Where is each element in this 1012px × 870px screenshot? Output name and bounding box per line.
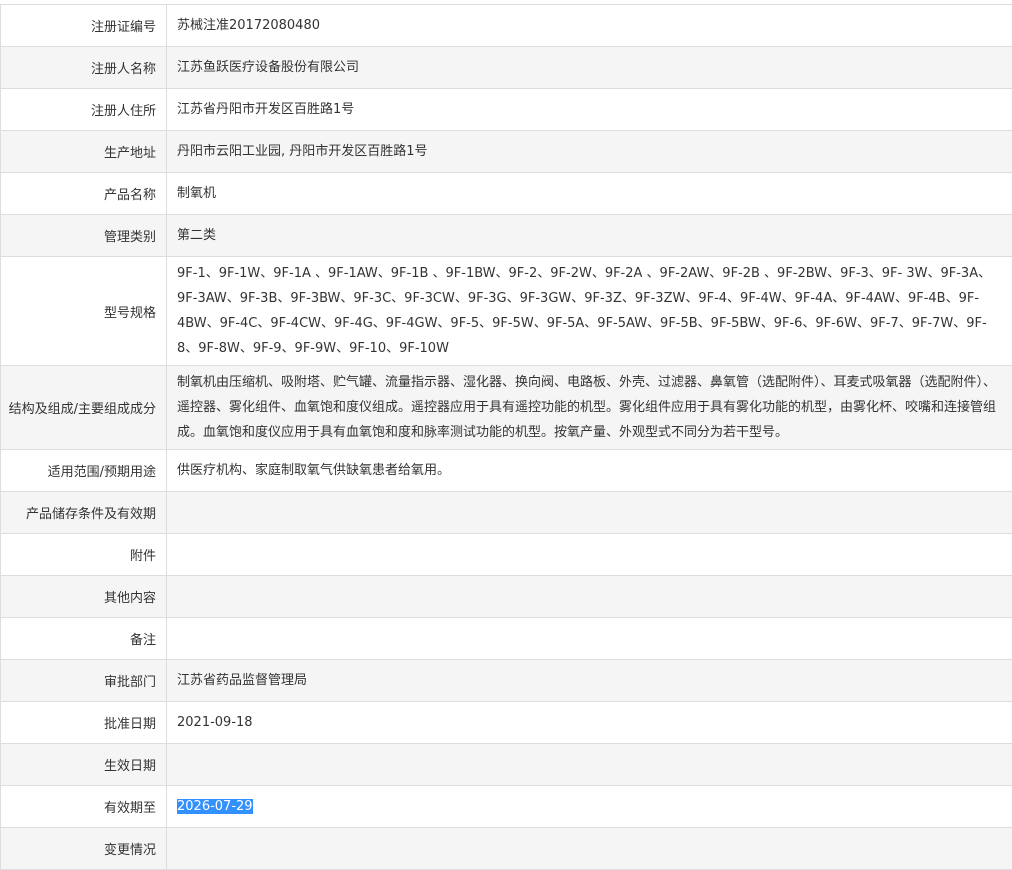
field-label-text: 其他内容 bbox=[104, 591, 156, 606]
field-value-text[interactable]: 2021-09-18 bbox=[177, 715, 253, 730]
field-label: 产品名称 bbox=[1, 173, 167, 215]
field-label-text: 注册人名称 bbox=[91, 62, 156, 77]
table-row: 批准日期 2021-09-18 bbox=[1, 702, 1012, 744]
table-row: 产品名称 制氧机 bbox=[1, 173, 1012, 215]
field-label-text: 型号规格 bbox=[104, 306, 156, 321]
field-label-text: 产品储存条件及有效期 bbox=[26, 507, 156, 522]
field-value: 9F-1、9F-1W、9F-1A 、9F-1AW、9F-1B 、9F-1BW、9… bbox=[167, 257, 1012, 366]
table-row: 管理类别 第二类 bbox=[1, 215, 1012, 257]
field-value bbox=[167, 828, 1012, 870]
field-label-text: 注册证编号 bbox=[91, 20, 156, 35]
table-row: 审批部门 江苏省药品监督管理局 bbox=[1, 660, 1012, 702]
field-value: 第二类 bbox=[167, 215, 1012, 257]
field-value: 2026-07-29 bbox=[167, 786, 1012, 828]
field-label-text: 附件 bbox=[130, 549, 156, 564]
field-label: 生效日期 bbox=[1, 744, 167, 786]
table-row: 注册人住所 江苏省丹阳市开发区百胜路1号 bbox=[1, 89, 1012, 131]
field-label-text: 管理类别 bbox=[104, 230, 156, 245]
field-value-text[interactable]: 9F-1、9F-1W、9F-1A 、9F-1AW、9F-1B 、9F-1BW、9… bbox=[177, 266, 991, 356]
field-value: 制氧机 bbox=[167, 173, 1012, 215]
field-value: 苏械注准20172080480 bbox=[167, 5, 1012, 47]
field-label: 注册人住所 bbox=[1, 89, 167, 131]
field-label: 注册证编号 bbox=[1, 5, 167, 47]
field-label: 适用范围/预期用途 bbox=[1, 450, 167, 492]
table-row: 型号规格 9F-1、9F-1W、9F-1A 、9F-1AW、9F-1B 、9F-1… bbox=[1, 257, 1012, 366]
field-label: 注册人名称 bbox=[1, 47, 167, 89]
field-value-text[interactable]: 苏械注准20172080480 bbox=[177, 18, 320, 33]
table-row: 结构及组成/主要组成成分 制氧机由压缩机、吸附塔、贮气罐、流量指示器、湿化器、换向… bbox=[1, 366, 1012, 450]
field-label: 有效期至 bbox=[1, 786, 167, 828]
field-label-text: 注册人住所 bbox=[91, 104, 156, 119]
field-value bbox=[167, 744, 1012, 786]
table-row: 备注 bbox=[1, 618, 1012, 660]
field-value-text[interactable]: 供医疗机构、家庭制取氧气供缺氧患者给氧用。 bbox=[177, 463, 450, 478]
field-value-text[interactable]: 江苏鱼跃医疗设备股份有限公司 bbox=[177, 60, 359, 75]
field-value-text[interactable]: 制氧机由压缩机、吸附塔、贮气罐、流量指示器、湿化器、换向阀、电路板、外壳、过滤器… bbox=[177, 375, 996, 440]
table-row: 适用范围/预期用途 供医疗机构、家庭制取氧气供缺氧患者给氧用。 bbox=[1, 450, 1012, 492]
table-row: 有效期至 2026-07-29 bbox=[1, 786, 1012, 828]
field-value: 2021-09-18 bbox=[167, 702, 1012, 744]
field-label-text: 有效期至 bbox=[104, 801, 156, 816]
field-label-text: 备注 bbox=[130, 633, 156, 648]
field-value: 江苏省药品监督管理局 bbox=[167, 660, 1012, 702]
table-row: 产品储存条件及有效期 bbox=[1, 492, 1012, 534]
field-label-text: 审批部门 bbox=[104, 675, 156, 690]
field-label-text: 结构及组成/主要组成成分 bbox=[9, 402, 156, 417]
field-value: 江苏省丹阳市开发区百胜路1号 bbox=[167, 89, 1012, 131]
field-label-text: 变更情况 bbox=[104, 843, 156, 858]
field-value: 江苏鱼跃医疗设备股份有限公司 bbox=[167, 47, 1012, 89]
field-label-text: 生效日期 bbox=[104, 759, 156, 774]
table-row: 附件 bbox=[1, 534, 1012, 576]
field-value: 供医疗机构、家庭制取氧气供缺氧患者给氧用。 bbox=[167, 450, 1012, 492]
field-label-text: 生产地址 bbox=[104, 146, 156, 161]
field-value bbox=[167, 534, 1012, 576]
field-label-text: 产品名称 bbox=[104, 188, 156, 203]
field-label: 审批部门 bbox=[1, 660, 167, 702]
table-body: 注册证编号苏械注准20172080480注册人名称江苏鱼跃医疗设备股份有限公司注… bbox=[1, 5, 1012, 870]
field-label: 型号规格 bbox=[1, 257, 167, 366]
field-value: 丹阳市云阳工业园, 丹阳市开发区百胜路1号 bbox=[167, 131, 1012, 173]
field-value bbox=[167, 492, 1012, 534]
field-label: 管理类别 bbox=[1, 215, 167, 257]
field-value-text[interactable]: 2026-07-29 bbox=[177, 799, 253, 814]
table-row: 注册人名称 江苏鱼跃医疗设备股份有限公司 bbox=[1, 47, 1012, 89]
field-value-text[interactable]: 江苏省药品监督管理局 bbox=[177, 673, 307, 688]
registration-detail-table: 注册证编号苏械注准20172080480注册人名称江苏鱼跃医疗设备股份有限公司注… bbox=[0, 4, 1012, 870]
field-value-text[interactable]: 江苏省丹阳市开发区百胜路1号 bbox=[177, 102, 354, 117]
field-label: 附件 bbox=[1, 534, 167, 576]
field-label: 生产地址 bbox=[1, 131, 167, 173]
field-label-text: 适用范围/预期用途 bbox=[48, 465, 156, 480]
field-value: 制氧机由压缩机、吸附塔、贮气罐、流量指示器、湿化器、换向阀、电路板、外壳、过滤器… bbox=[167, 366, 1012, 450]
table-row: 生产地址 丹阳市云阳工业园, 丹阳市开发区百胜路1号 bbox=[1, 131, 1012, 173]
table-row: 其他内容 bbox=[1, 576, 1012, 618]
table-row: 生效日期 bbox=[1, 744, 1012, 786]
field-value-text[interactable]: 制氧机 bbox=[177, 186, 216, 201]
field-label: 批准日期 bbox=[1, 702, 167, 744]
table-row: 注册证编号 苏械注准20172080480 bbox=[1, 5, 1012, 47]
field-value bbox=[167, 618, 1012, 660]
field-value-text[interactable]: 丹阳市云阳工业园, 丹阳市开发区百胜路1号 bbox=[177, 144, 428, 159]
field-label: 结构及组成/主要组成成分 bbox=[1, 366, 167, 450]
field-label: 变更情况 bbox=[1, 828, 167, 870]
field-value-text[interactable]: 第二类 bbox=[177, 228, 216, 243]
field-label: 其他内容 bbox=[1, 576, 167, 618]
field-value bbox=[167, 576, 1012, 618]
table-row: 变更情况 bbox=[1, 828, 1012, 870]
field-label: 产品储存条件及有效期 bbox=[1, 492, 167, 534]
field-label: 备注 bbox=[1, 618, 167, 660]
